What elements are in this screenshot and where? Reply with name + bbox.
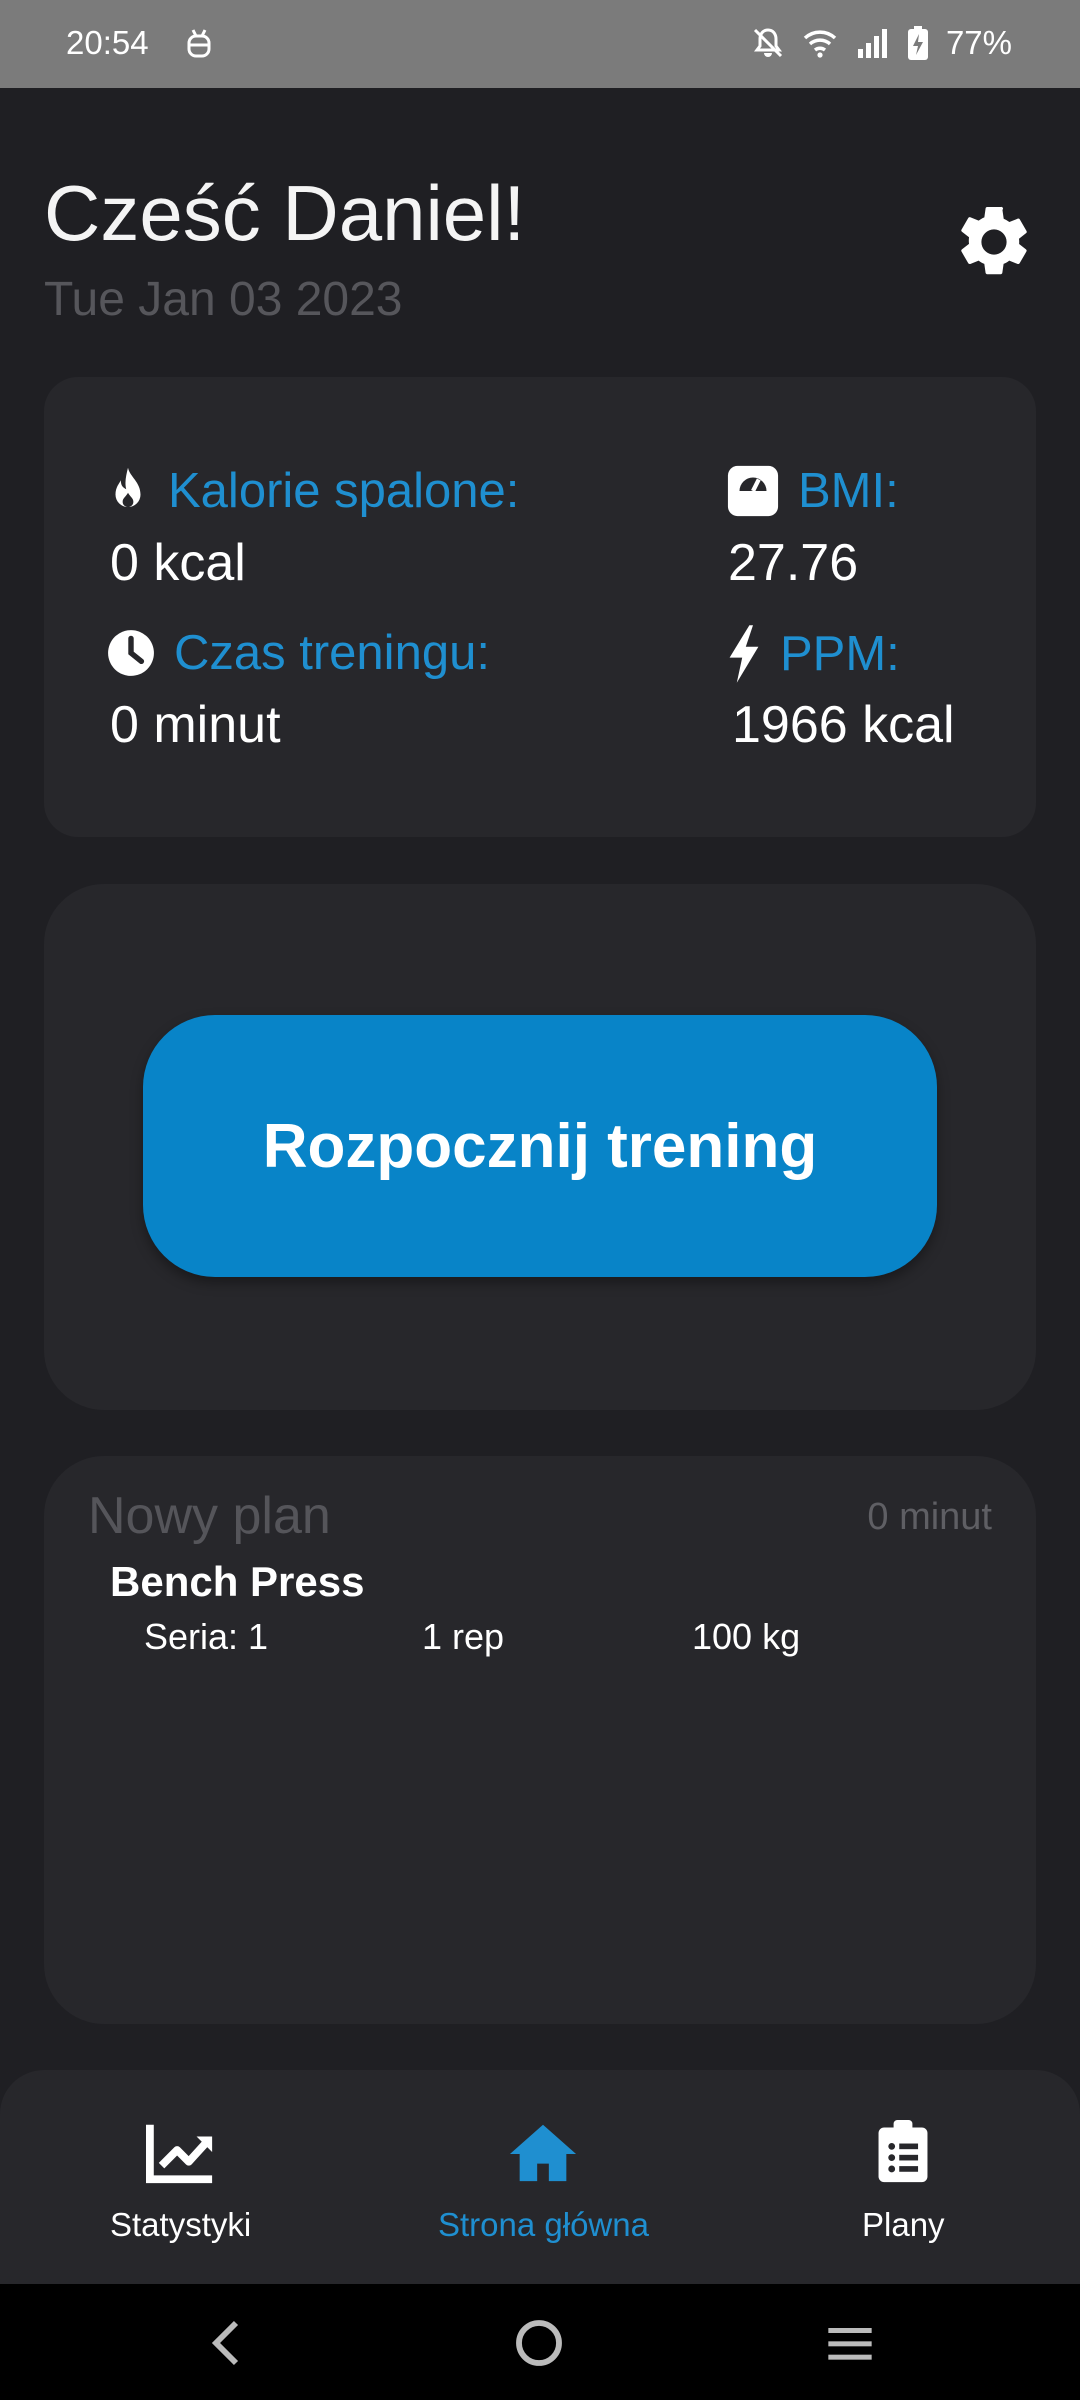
nav-item-statistics[interactable]: Statystyki: [110, 2120, 251, 2244]
calories-value: 0 kcal: [110, 534, 246, 592]
set-weight: 100 kg: [692, 1616, 801, 1657]
menu-icon[interactable]: [824, 2318, 876, 2368]
exercise-name: Bench Press: [110, 1558, 365, 1605]
start-workout-card: Rozpocznij trening: [44, 884, 1036, 1410]
system-navigation-bar: [0, 2284, 1080, 2400]
battery-percent: 77%: [945, 24, 1012, 61]
lightning-icon: [729, 625, 759, 683]
scale-icon: [727, 465, 779, 517]
bottom-navigation: Statystyki Strona główna Plany: [0, 2070, 1080, 2284]
flame-icon: [115, 467, 141, 508]
current-date: Tue Jan 03 2023: [44, 273, 403, 326]
bmi-label: BMI:: [726, 463, 899, 519]
workout-time-label: Czas treningu:: [106, 625, 490, 681]
plan-title: Nowy plan: [88, 1487, 331, 1545]
nav-label-statistics: Statystyki: [110, 2206, 252, 2243]
plan-duration: 0 minut: [867, 1496, 992, 1538]
clock-icon: [108, 630, 154, 676]
set-reps: 1 rep: [422, 1616, 505, 1657]
status-time: 20:54: [66, 24, 149, 61]
start-workout-button[interactable]: Rozpocznij trening: [143, 1015, 937, 1277]
ppm-label-text: PPM:: [780, 627, 900, 681]
chart-icon: [145, 2124, 212, 2184]
calories-label-text: Kalorie spalone:: [168, 464, 520, 518]
battery-charging-icon: [907, 26, 928, 60]
ppm-value: 1966 kcal: [732, 696, 955, 754]
status-bar: 20:54 77%: [0, 0, 1080, 88]
nav-item-home[interactable]: Strona główna: [438, 2120, 649, 2244]
workout-time-value: 0 minut: [110, 696, 281, 754]
clipboard-list-icon: [878, 2120, 928, 2183]
set-series: Seria: 1: [144, 1616, 269, 1657]
bell-off-icon: [753, 28, 782, 58]
plan-card[interactable]: Nowy plan 0 minut Bench Press Seria: 1 1…: [44, 1456, 1036, 2024]
status-icons: 77%: [750, 24, 1012, 62]
calories-label: Kalorie spalone:: [106, 463, 519, 519]
back-icon[interactable]: [206, 2318, 246, 2368]
android-debug-icon: [187, 29, 211, 58]
home-circle-icon[interactable]: [514, 2318, 564, 2368]
bmi-label-text: BMI:: [798, 464, 899, 518]
signal-icon: [857, 29, 887, 58]
nav-label-plans: Plany: [862, 2206, 945, 2243]
greeting-title: Cześć Daniel!: [44, 169, 526, 257]
stats-card: Kalorie spalone: 0 kcal BMI: 27.76 Czas …: [44, 377, 1036, 837]
nav-label-home: Strona główna: [438, 2206, 649, 2243]
bmi-value: 27.76: [728, 534, 859, 592]
wifi-icon: [803, 30, 837, 58]
home-icon: [510, 2124, 577, 2182]
workout-time-label-text: Czas treningu:: [174, 626, 490, 680]
ppm-label: PPM:: [726, 625, 900, 683]
gear-icon[interactable]: [952, 200, 1036, 284]
nav-item-plans[interactable]: Plany: [862, 2120, 945, 2244]
